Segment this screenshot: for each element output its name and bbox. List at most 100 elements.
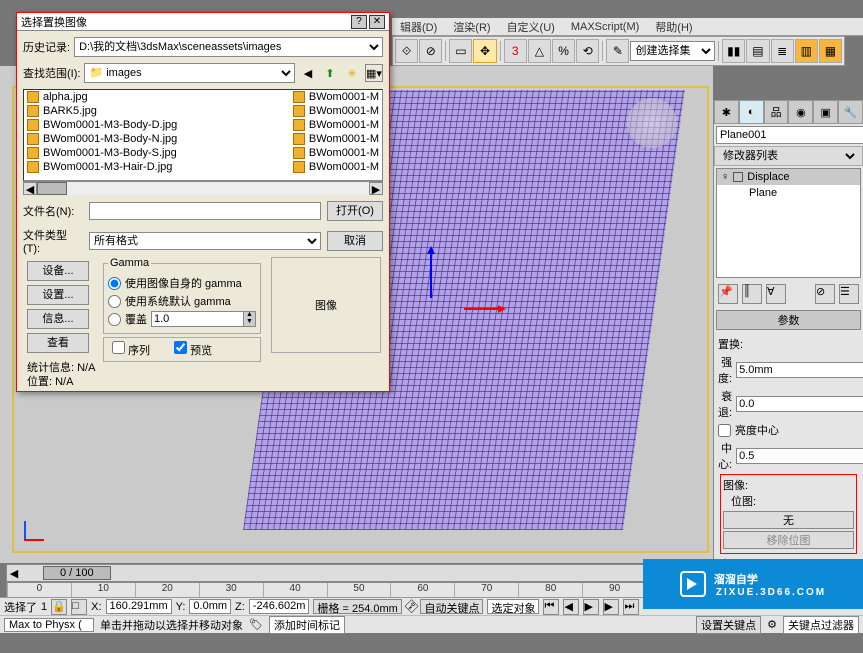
- tab-modify-icon[interactable]: ◐: [739, 100, 764, 124]
- remove-mod-icon[interactable]: ⊘: [815, 284, 835, 304]
- preview-checkbox[interactable]: [174, 341, 187, 354]
- rollout-parameters-header[interactable]: 参数: [716, 310, 861, 330]
- time-slider[interactable]: ◀ 0 / 100 ▶: [6, 564, 711, 582]
- viewcube-icon[interactable]: [627, 98, 677, 148]
- filetype-dropdown[interactable]: 所有格式: [89, 232, 321, 250]
- mirror-icon[interactable]: ▮▮: [722, 39, 745, 63]
- align-icon[interactable]: ▤: [746, 39, 769, 63]
- bitmap-none-button[interactable]: 无: [723, 511, 854, 529]
- isolate-icon[interactable]: □: [71, 599, 87, 615]
- back-icon[interactable]: ◀: [299, 64, 317, 82]
- key-filters-button[interactable]: 关键点过滤器: [783, 616, 859, 634]
- modifier-stack[interactable]: ♀Displace Plane: [716, 168, 861, 278]
- tab-display-icon[interactable]: ▣: [813, 100, 838, 124]
- time-slider-thumb[interactable]: 0 / 100: [43, 566, 111, 580]
- device-button[interactable]: 设备...: [27, 261, 89, 281]
- open-button[interactable]: 打开(O): [327, 201, 383, 221]
- script-listener[interactable]: Max to Physx (: [4, 618, 94, 632]
- close-icon[interactable]: ✕: [369, 15, 385, 29]
- file-item[interactable]: BWom0001-M: [290, 90, 382, 104]
- tab-utilities-icon[interactable]: 🔧: [838, 100, 863, 124]
- gamma-own-radio[interactable]: [108, 277, 121, 290]
- tab-hierarchy-icon[interactable]: 品: [764, 100, 789, 124]
- file-item[interactable]: BWom0001-M: [290, 104, 382, 118]
- menu-customize[interactable]: 自定义(U): [499, 19, 563, 35]
- 3d-snap-icon[interactable]: 3: [504, 39, 527, 63]
- file-item[interactable]: BWom0001-M: [290, 118, 382, 132]
- menu-help[interactable]: 帮助(H): [647, 19, 700, 35]
- y-input[interactable]: 0.0mm: [189, 599, 231, 614]
- view-button[interactable]: 查看: [27, 333, 89, 353]
- configure-sets-icon[interactable]: ☰: [839, 284, 859, 304]
- named-selection-set[interactable]: 创建选择集: [630, 41, 715, 61]
- key-mode-icon[interactable]: ⚿: [401, 597, 421, 617]
- play-icon[interactable]: ▶: [583, 599, 599, 615]
- time-tag-icon[interactable]: 🏷: [249, 618, 263, 631]
- file-list-hscroll[interactable]: ◀▶: [23, 181, 383, 195]
- key-filters-icon[interactable]: ⚙: [767, 618, 777, 631]
- menu-render[interactable]: 渲染(R): [445, 19, 498, 35]
- history-dropdown[interactable]: D:\我的文档\3dsMax\sceneassets\images: [74, 37, 383, 57]
- up-folder-icon[interactable]: ⬆: [321, 64, 339, 82]
- move-icon[interactable]: ✥: [473, 39, 496, 63]
- modifier-displace[interactable]: ♀Displace: [717, 169, 860, 185]
- schematic-icon[interactable]: ▦: [819, 39, 842, 63]
- gizmo-z-axis-icon[interactable]: [430, 248, 432, 298]
- pin-stack-icon[interactable]: 📌: [718, 284, 738, 304]
- menu-graphite[interactable]: 辑器(D): [392, 19, 445, 35]
- spinner-snap-icon[interactable]: ⟲: [576, 39, 599, 63]
- info-button[interactable]: 信息...: [27, 309, 89, 329]
- next-frame-icon[interactable]: ▶: [603, 599, 619, 615]
- angle-snap-icon[interactable]: △: [528, 39, 551, 63]
- goto-end-icon[interactable]: ⏭: [623, 599, 639, 615]
- named-sel-edit-icon[interactable]: ✎: [606, 39, 629, 63]
- key-target-dropdown[interactable]: 选定对象: [487, 599, 539, 614]
- time-ruler[interactable]: 0102030405060708090100: [6, 582, 711, 598]
- x-input[interactable]: 160.291mm: [106, 599, 172, 614]
- file-item[interactable]: BWom0001-M3-Hair-D.jpg: [24, 160, 290, 174]
- sel-lock-icon[interactable]: 🔒: [51, 599, 67, 615]
- sequence-checkbox[interactable]: [112, 341, 125, 354]
- lum-center-checkbox[interactable]: [718, 424, 731, 437]
- add-time-tag[interactable]: 添加时间标记: [269, 616, 345, 634]
- set-key-button[interactable]: 设置关键点: [696, 616, 761, 634]
- unlink-icon[interactable]: ⊘: [419, 39, 442, 63]
- layers-icon[interactable]: ≣: [771, 39, 794, 63]
- percent-snap-icon[interactable]: %: [552, 39, 575, 63]
- new-folder-icon[interactable]: ✳: [343, 64, 361, 82]
- view-menu-icon[interactable]: ▦▾: [365, 64, 383, 82]
- menu-maxscript[interactable]: MAXScript(M): [563, 21, 647, 33]
- setup-button[interactable]: 设置...: [27, 285, 89, 305]
- tab-create-icon[interactable]: ✱: [714, 100, 739, 124]
- file-item[interactable]: BWom0001-M3-Body-D.jpg: [24, 118, 290, 132]
- file-item[interactable]: BARK5.jpg: [24, 104, 290, 118]
- show-end-result-icon[interactable]: ║: [742, 284, 762, 304]
- remove-bitmap-button[interactable]: 移除位图: [723, 531, 854, 549]
- z-input[interactable]: -246.602m: [249, 599, 310, 614]
- center-input[interactable]: [736, 448, 863, 464]
- lookin-dropdown[interactable]: 📁 images: [84, 63, 295, 83]
- file-item[interactable]: alpha.jpg: [24, 90, 290, 104]
- prev-frame-icon[interactable]: ◀: [563, 599, 579, 615]
- gizmo-x-axis-icon[interactable]: [464, 308, 504, 310]
- file-item[interactable]: BWom0001-M3-Body-S.jpg: [24, 146, 290, 160]
- link-icon[interactable]: ⟐: [395, 39, 418, 63]
- modifier-plane[interactable]: Plane: [717, 185, 860, 201]
- dialog-titlebar[interactable]: 选择置换图像 ? ✕: [17, 13, 389, 31]
- strength-input[interactable]: [736, 362, 863, 378]
- make-unique-icon[interactable]: ∀: [766, 284, 786, 304]
- goto-start-icon[interactable]: ⏮: [543, 599, 559, 615]
- object-name-field[interactable]: [716, 126, 863, 144]
- gamma-override-spinner[interactable]: ▲▼: [244, 311, 256, 327]
- decay-input[interactable]: [736, 396, 863, 412]
- auto-key-button[interactable]: 自动关键点: [420, 599, 483, 614]
- file-item[interactable]: BWom0001-M: [290, 160, 382, 174]
- help-icon[interactable]: ?: [351, 15, 367, 29]
- curve-editor-icon[interactable]: ▥: [795, 39, 818, 63]
- filename-input[interactable]: [89, 202, 321, 220]
- file-list[interactable]: alpha.jpg BARK5.jpg BWom0001-M3-Body-D.j…: [23, 89, 383, 181]
- modifier-list-dropdown[interactable]: 修改器列表: [719, 149, 858, 163]
- gamma-override-radio[interactable]: [108, 313, 121, 326]
- file-item[interactable]: BWom0001-M3-Body-N.jpg: [24, 132, 290, 146]
- gamma-system-radio[interactable]: [108, 295, 121, 308]
